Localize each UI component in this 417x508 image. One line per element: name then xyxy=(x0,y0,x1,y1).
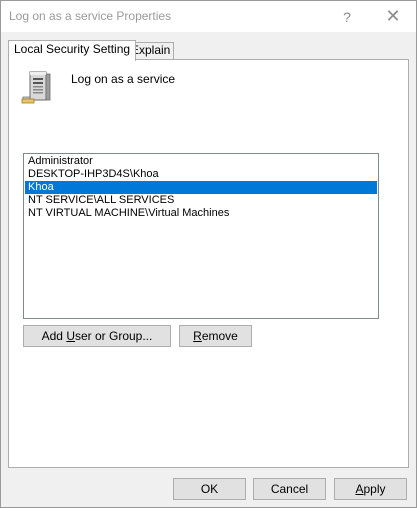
remove-button[interactable]: Remove xyxy=(179,325,252,347)
list-item-selected[interactable]: Khoa xyxy=(25,181,377,194)
title-bar[interactable]: Log on as a service Properties ? ✕ xyxy=(1,1,416,32)
ok-button[interactable]: OK xyxy=(173,478,246,500)
help-icon: ? xyxy=(343,8,351,25)
tab-panel: Log on as a service Administrator DESKTO… xyxy=(8,59,409,468)
properties-dialog: Log on as a service Properties ? ✕ Local… xyxy=(0,0,417,508)
policy-name: Log on as a service xyxy=(71,72,176,86)
add-user-or-group-button[interactable]: Add User or Group... xyxy=(23,325,171,347)
close-icon: ✕ xyxy=(385,6,401,26)
tab-local-security-setting[interactable]: Local Security Setting xyxy=(8,40,137,61)
server-computer-icon xyxy=(21,71,51,104)
list-item[interactable]: DESKTOP-IHP3D4S\Khoa xyxy=(25,168,377,181)
help-button[interactable]: ? xyxy=(324,1,370,32)
list-item[interactable]: NT VIRTUAL MACHINE\Virtual Machines xyxy=(25,207,377,220)
window-title: Log on as a service Properties xyxy=(9,9,172,23)
list-item[interactable]: NT SERVICE\ALL SERVICES xyxy=(25,194,377,207)
accounts-listbox[interactable]: Administrator DESKTOP-IHP3D4S\Khoa Khoa … xyxy=(23,153,379,319)
close-button[interactable]: ✕ xyxy=(370,1,416,32)
cancel-button[interactable]: Cancel xyxy=(253,478,326,500)
list-item[interactable]: Administrator xyxy=(25,155,377,168)
apply-button[interactable]: Apply xyxy=(334,478,407,500)
